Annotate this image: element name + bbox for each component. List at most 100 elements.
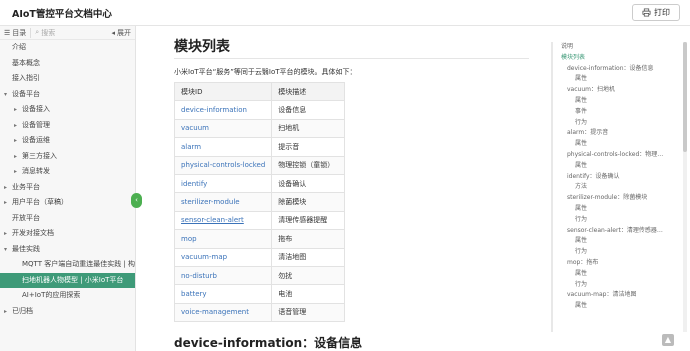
module-description: 清洁地图 <box>271 247 346 267</box>
sidebar-item[interactable]: ▾ 设备平台 <box>0 87 135 103</box>
print-button[interactable]: 打印 <box>632 4 680 21</box>
toc-item[interactable]: identify：设备确认 <box>553 172 679 183</box>
sidebar-item[interactable]: ▸ 消息转发 <box>0 164 135 180</box>
caret-right-icon: ▸ <box>14 168 18 175</box>
toc-item[interactable]: 属性 <box>553 96 679 107</box>
page-title: 模块列表 <box>174 39 230 55</box>
sidebar-item[interactable]: ▸ 设备接入 <box>0 102 135 118</box>
sidebar-item-label: 业务平台 <box>12 182 40 191</box>
sidebar-item[interactable]: ▸ 已归档 <box>0 304 135 320</box>
toc-item[interactable]: mop：拖布 <box>553 258 679 269</box>
module-id-link[interactable]: physical-controls-locked <box>173 155 273 175</box>
toc-item[interactable]: alarm：提示音 <box>553 128 679 139</box>
toc-item[interactable]: 说明 <box>553 42 679 53</box>
list-icon: ☰ <box>4 28 11 37</box>
sidebar-item[interactable]: ▸ 设备管理 <box>0 118 135 134</box>
module-id-link[interactable]: vacuum-map <box>173 247 273 267</box>
sidebar-item[interactable]: ▸ 第三方接入 <box>0 149 135 165</box>
toc-item[interactable]: 属性 <box>553 139 679 150</box>
module-table: 模块ID 模块描述 device-information 设备信息 vacuum 扫地… <box>173 81 346 323</box>
toc-item[interactable]: sterilizer-module：除菌模块 <box>553 193 679 204</box>
module-description: 电池 <box>271 284 346 304</box>
sidebar-item-label: 开放平台 <box>12 213 40 222</box>
module-id-link[interactable]: voice-management <box>173 302 273 323</box>
toc-item[interactable]: 行为 <box>553 247 679 258</box>
caret-right-icon: ▸ <box>4 230 8 237</box>
sidebar-item-label: 设备接入 <box>22 105 50 113</box>
sidebar-item[interactable]: AI+IoT的应用探索 <box>0 288 135 304</box>
sidebar-item[interactable]: MQTT 客户端自动重连最佳实践 | 构建 <box>0 257 135 273</box>
sidebar-item[interactable]: ▸ 设备运维 <box>0 133 135 149</box>
title-divider <box>174 58 529 59</box>
toc-item[interactable]: 属性 <box>553 236 679 247</box>
sidebar-nav: 介绍基本概念 接入指引 ▾ 设备平台 ▸ 设备接入 ▸ 设备管理 ▸ 设备运维 ▸ 第三方接入 ▸ 消息转… <box>0 40 135 319</box>
caret-right-icon: ▸ <box>14 106 18 113</box>
toc-toggle-button[interactable]: ☰ 目录 <box>4 27 32 38</box>
sidebar-item-label: 介绍 <box>12 43 26 51</box>
table-row: sterilizer-module 除菌模块 <box>173 192 346 212</box>
sidebar-item-label: 最佳实践 <box>12 244 40 253</box>
table-row: physical-controls-locked 物理控锁（童锁） <box>173 155 346 175</box>
module-description: 清理传感器提醒 <box>271 210 346 231</box>
search-placeholder: 搜索 <box>41 28 56 37</box>
caret-right-icon: ▸ <box>4 307 8 315</box>
site-title[interactable]: AIoT管控平台文档中心 <box>12 6 112 20</box>
toc-item[interactable]: 模块列表 <box>553 53 679 64</box>
toc-item[interactable]: 方法 <box>553 182 679 193</box>
sidebar-item[interactable]: ▾ 最佳实践 <box>0 242 135 258</box>
toc-item[interactable]: physical-controls-locked：物理… <box>553 150 679 161</box>
module-id-link[interactable]: vacuum <box>173 118 273 139</box>
toc-item[interactable]: 行为 <box>553 280 679 291</box>
table-row: vacuum-map 清洁地图 <box>173 247 346 267</box>
module-id-link[interactable]: no-disturb <box>173 265 273 286</box>
sidebar-item[interactable]: 介绍 <box>0 40 135 56</box>
toc-item[interactable]: 属性 <box>553 301 679 312</box>
table-row: alarm 提示音 <box>173 137 346 157</box>
sidebar-item-label: 消息转发 <box>22 167 50 175</box>
toc-item[interactable]: 属性 <box>553 204 679 215</box>
sidebar-item[interactable]: ▸ 用户平台（草稿） <box>0 195 135 211</box>
toc-scroll-thumb[interactable] <box>683 42 687 152</box>
sidebar-collapse-handle[interactable]: ‹ <box>131 193 142 208</box>
module-id-link[interactable]: sterilizer-module <box>173 192 273 212</box>
toc-item[interactable]: 属性 <box>553 161 679 172</box>
toc-item[interactable]: 属性 <box>553 269 679 280</box>
sidebar-item[interactable]: 开放平台 <box>0 211 135 227</box>
sidebar-toolbar: ☰ 目录 ⌕ 搜索 ◂ 展开 <box>0 26 135 40</box>
toc-item[interactable]: 行为 <box>553 118 679 129</box>
toc-item[interactable]: 行为 <box>553 215 679 226</box>
module-description: 设备信息 <box>271 100 346 120</box>
search-input[interactable]: ⌕ 搜索 <box>31 28 111 38</box>
printer-icon <box>642 8 651 17</box>
module-id-link[interactable]: battery <box>173 284 273 304</box>
top-header: AIoT管控平台文档中心 打印 <box>0 0 690 26</box>
caret-right-icon: ▸ <box>14 121 18 129</box>
arrow-up-icon: ▲ <box>664 335 672 344</box>
search-icon: ⌕ <box>35 28 40 36</box>
toc-item[interactable]: device-information：设备信息 <box>553 64 679 75</box>
toc-item[interactable]: 事件 <box>553 107 679 118</box>
sidebar-item-label: 扫地机器人物模型 | 小米IoT平台 <box>22 275 124 284</box>
module-description: 提示音 <box>271 137 346 157</box>
sidebar-item[interactable]: 基本概念 <box>0 56 135 72</box>
toc-item[interactable]: vacuum-map：清洁地图 <box>553 290 679 301</box>
module-description: 勿扰 <box>271 265 346 286</box>
sidebar-item[interactable]: ▸ 开发对接文档 <box>0 226 135 242</box>
main-content: 模块列表 小米IoT平台“服务”等同于云翳IoT平台的模块。具体如下： 模块ID… <box>160 26 540 351</box>
toc-item[interactable]: 属性 <box>553 74 679 85</box>
module-description: 拖布 <box>271 229 346 249</box>
module-id-link[interactable]: device-information <box>173 100 273 120</box>
sidebar-item[interactable]: 接入指引 <box>0 71 135 87</box>
sidebar-item[interactable]: ▸ 业务平台 <box>0 180 135 196</box>
toc-item[interactable]: vacuum：扫地机 <box>553 85 679 96</box>
module-id-link[interactable]: identify <box>173 173 273 194</box>
toc-item[interactable]: sensor-clean-alert：清理传感器… <box>553 226 679 237</box>
sidebar-item[interactable]: 扫地机器人物模型 | 小米IoT平台 <box>0 272 135 288</box>
table-row: battery 电池 <box>173 284 346 304</box>
module-id-link[interactable]: mop <box>173 229 273 249</box>
sidebar-item-label: AI+IoT的应用探索 <box>22 291 81 299</box>
module-id-link[interactable]: alarm <box>173 137 273 157</box>
module-id-link[interactable]: sensor-clean-alert <box>173 210 273 231</box>
back-to-top-button[interactable]: ▲ <box>662 334 674 346</box>
expand-button[interactable]: ◂ 展开 <box>111 28 135 38</box>
